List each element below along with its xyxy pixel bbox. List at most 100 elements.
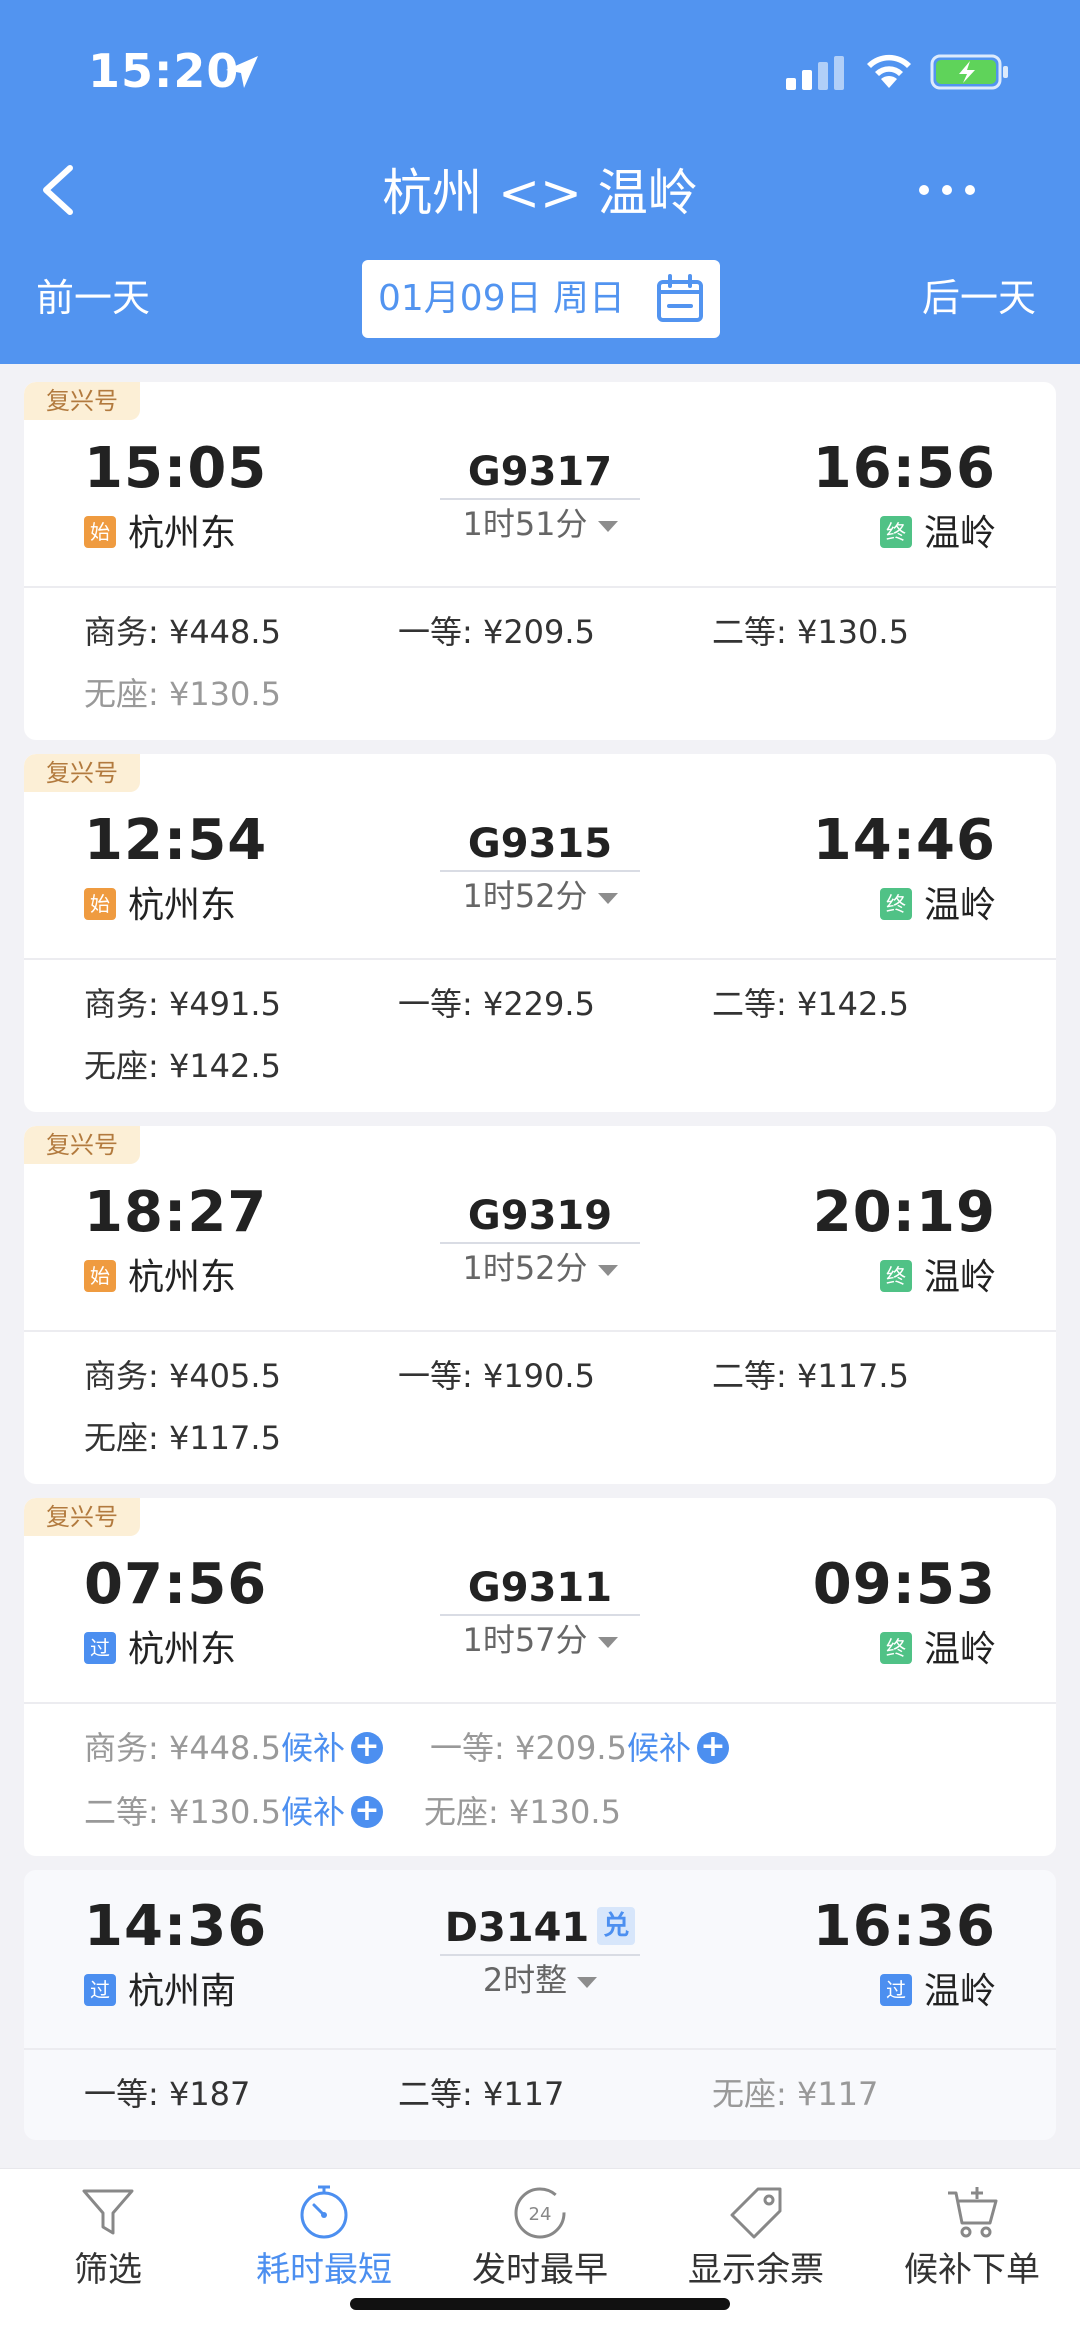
price-business-value: 商务: ¥448.5: [84, 1729, 281, 1767]
price-first: 一等: ¥229.5: [398, 985, 595, 1023]
prev-day-button[interactable]: 前一天: [36, 270, 150, 326]
divider: [24, 958, 1056, 960]
train-number: D3141 兑: [420, 1902, 660, 1954]
train-card[interactable]: 复兴号 12:54 G9315 1时52分 14:46 始杭州东 终温岭 商务:…: [24, 754, 1056, 1112]
departure-station: 始杭州东: [84, 1254, 236, 1302]
price-business: 商务: ¥448.5候补 +: [84, 1726, 383, 1770]
departure-station: 过杭州南: [84, 1968, 236, 2016]
arrival-time: 16:56: [812, 436, 996, 501]
waitlist-link[interactable]: 候补: [281, 1729, 345, 1767]
start-badge: 始: [84, 1260, 116, 1292]
duration-toggle[interactable]: 1时51分: [440, 502, 640, 546]
price-standing: 无座: ¥130.5: [84, 675, 281, 713]
plus-icon[interactable]: +: [350, 1796, 383, 1828]
train-number-text: D3141: [444, 1905, 590, 1951]
chevron-down-icon: [597, 520, 618, 532]
arrival-station: 终温岭: [879, 1626, 996, 1674]
duration-text: 1时51分: [462, 505, 588, 543]
departure-time: 07:56: [84, 1552, 268, 1617]
departure-time: 18:27: [84, 1180, 268, 1245]
arrival-station-name: 温岭: [923, 513, 996, 554]
price-second: 二等: ¥130.5候补 +: [84, 1790, 383, 1834]
duration-toggle[interactable]: 1时52分: [440, 874, 640, 918]
departure-station-name: 杭州南: [128, 1971, 237, 2012]
ticket-tag-icon: [730, 2187, 782, 2239]
arrival-station: 过温岭: [879, 1968, 996, 2016]
arrival-station: 终温岭: [879, 1254, 996, 1302]
train-line: [440, 1242, 640, 1244]
date-selector[interactable]: 01月09日 周日: [362, 260, 720, 338]
price-standing: 无座: ¥117.5: [84, 1419, 281, 1457]
duration-toggle[interactable]: 2时整: [440, 1958, 640, 2002]
exchange-badge: 兑: [597, 1907, 636, 1945]
status-bar: 15:20: [0, 0, 1080, 140]
price-first: 一等: ¥209.5: [398, 613, 595, 651]
duration-toggle[interactable]: 1时57分: [440, 1618, 640, 1662]
train-card[interactable]: 14:36 D3141 兑 2时整 16:36 过杭州南 过温岭 一等: ¥187…: [24, 1870, 1056, 2140]
train-line: [440, 1614, 640, 1616]
train-number: G9311: [467, 1565, 613, 1611]
end-badge: 终: [879, 888, 912, 920]
fuxing-tag: 复兴号: [24, 1498, 140, 1536]
plus-icon[interactable]: +: [350, 1732, 383, 1764]
tab-earliest-departure[interactable]: 24 发时最早: [432, 2185, 648, 2305]
train-card[interactable]: 复兴号 15:05 G9317 1时51分 16:56 始杭州东 终温岭 商务:…: [24, 382, 1056, 740]
tab-label: 耗时最短: [256, 2250, 392, 2290]
tab-shortest-time[interactable]: 耗时最短: [216, 2185, 432, 2305]
price-business: 商务: ¥405.5: [84, 1357, 281, 1395]
price-second: 二等: ¥142.5: [712, 985, 909, 1023]
more-icon[interactable]: [912, 170, 982, 210]
tab-show-remaining[interactable]: 显示余票: [648, 2185, 864, 2305]
divider: [24, 2048, 1056, 2050]
price-second-value: 二等: ¥130.5: [84, 1793, 281, 1831]
stopwatch-icon: [300, 2185, 348, 2239]
duration-text: 1时57分: [462, 1621, 588, 1659]
end-badge: 终: [879, 516, 912, 548]
train-card[interactable]: 复兴号 07:56 G9311 1时57分 09:53 过杭州东 终温岭 商务:…: [24, 1498, 1056, 1856]
chevron-down-icon: [597, 1636, 618, 1648]
price-first: 一等: ¥190.5: [398, 1357, 595, 1395]
clock-24-text: 24: [529, 2204, 552, 2225]
duration-toggle[interactable]: 1时52分: [440, 1246, 640, 1290]
header: 15:20 杭州 <> 温岭 前一天 01月09日 周日 后一天: [0, 0, 1080, 364]
departure-station: 始杭州东: [84, 882, 236, 930]
train-number: G9317: [467, 449, 613, 495]
departure-station: 过杭州东: [84, 1626, 236, 1674]
chevron-down-icon: [597, 1264, 618, 1276]
status-time: 15:20: [88, 44, 240, 98]
duration-text: 1时52分: [462, 1249, 588, 1287]
waitlist-link[interactable]: 候补: [281, 1793, 345, 1831]
cellular-signal-icon: [786, 56, 844, 90]
tab-filter[interactable]: 筛选: [0, 2185, 216, 2305]
battery-charging-icon: [930, 54, 1008, 90]
departure-station: 始杭州东: [84, 510, 236, 558]
back-icon[interactable]: [30, 160, 90, 220]
departure-time: 14:36: [84, 1894, 268, 1959]
waitlist-link[interactable]: 候补: [627, 1729, 691, 1767]
home-indicator: [350, 2298, 730, 2310]
arrival-station-name: 温岭: [923, 1629, 996, 1670]
price-standing: 无座: ¥117: [712, 2075, 879, 2113]
train-line: [440, 1954, 640, 1956]
price-business: 商务: ¥491.5: [84, 985, 281, 1023]
plus-icon[interactable]: +: [696, 1732, 729, 1764]
tab-label: 发时最早: [472, 2250, 608, 2290]
arrival-time: 20:19: [812, 1180, 996, 1245]
train-card[interactable]: 复兴号 18:27 G9319 1时52分 20:19 始杭州东 终温岭 商务:…: [24, 1126, 1056, 1484]
train-line: [440, 870, 640, 872]
date-text: 01月09日 周日: [378, 278, 626, 319]
pass-badge: 过: [84, 1974, 116, 2006]
pass-badge: 过: [879, 1974, 912, 2006]
tab-waitlist-order[interactable]: 候补下单: [864, 2185, 1080, 2305]
tab-label: 候补下单: [904, 2250, 1040, 2290]
next-day-button[interactable]: 后一天: [922, 270, 1036, 326]
start-badge: 始: [84, 516, 116, 548]
chevron-down-icon: [597, 892, 618, 904]
divider: [24, 1702, 1056, 1704]
wifi-icon: [867, 54, 911, 88]
price-standing: 无座: ¥130.5: [424, 1793, 621, 1831]
price-business: 商务: ¥448.5: [84, 613, 281, 651]
end-badge: 终: [879, 1632, 912, 1664]
departure-time: 15:05: [84, 436, 268, 501]
fuxing-tag: 复兴号: [24, 382, 140, 420]
